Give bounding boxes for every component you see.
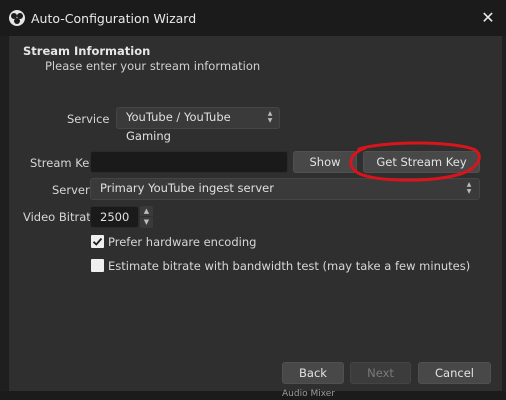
spin-arrows[interactable]: ▲ ▼ <box>140 206 153 228</box>
title-bar: Auto-Configuration Wizard ✕ <box>0 0 506 36</box>
service-value: YouTube / YouTube Gaming <box>126 110 231 143</box>
audio-mixer-label: Audio Mixer <box>282 389 335 399</box>
prefer-hardware-checkbox[interactable] <box>91 235 104 248</box>
get-stream-key-button[interactable]: Get Stream Key <box>363 151 480 173</box>
bandwidth-test-label: Estimate bitrate with bandwidth test (ma… <box>108 259 471 273</box>
page-title: Stream Information <box>23 44 151 58</box>
video-bitrate-spinbox[interactable]: 2500 <box>90 206 139 228</box>
show-button[interactable]: Show <box>293 151 357 173</box>
stream-key-label: Stream Key <box>30 156 97 170</box>
chevron-down-icon[interactable]: ▼ <box>140 217 153 228</box>
server-value: Primary YouTube ingest server <box>100 181 274 195</box>
window-title: Auto-Configuration Wizard <box>31 11 197 26</box>
stream-key-input[interactable] <box>90 151 288 173</box>
checkmark-icon <box>92 237 103 246</box>
server-select[interactable]: Primary YouTube ingest server ▲ ▼ <box>90 178 480 200</box>
page-subtitle: Please enter your stream information <box>45 59 261 73</box>
bandwidth-test-checkbox[interactable] <box>91 259 104 272</box>
video-bitrate-value: 2500 <box>100 210 130 224</box>
wizard-panel: Stream Information Please enter your str… <box>9 36 502 391</box>
obs-logo-icon <box>9 10 25 26</box>
background-obs-strip: Audio Mixer <box>0 389 506 400</box>
video-bitrate-label: Video Bitrate <box>23 210 98 224</box>
chevron-updown-icon: ▲ ▼ <box>267 110 273 124</box>
cancel-button[interactable]: Cancel <box>418 362 491 384</box>
service-label: Service <box>67 112 110 126</box>
service-select[interactable]: YouTube / YouTube Gaming ▲ ▼ <box>116 107 280 143</box>
back-button[interactable]: Back <box>282 362 344 384</box>
chevron-updown-icon: ▲ ▼ <box>466 181 472 195</box>
close-icon[interactable]: ✕ <box>470 0 506 36</box>
server-label: Server <box>52 183 90 197</box>
chevron-up-icon[interactable]: ▲ <box>140 206 153 216</box>
prefer-hardware-label: Prefer hardware encoding <box>108 235 257 249</box>
next-button[interactable]: Next <box>350 362 411 384</box>
